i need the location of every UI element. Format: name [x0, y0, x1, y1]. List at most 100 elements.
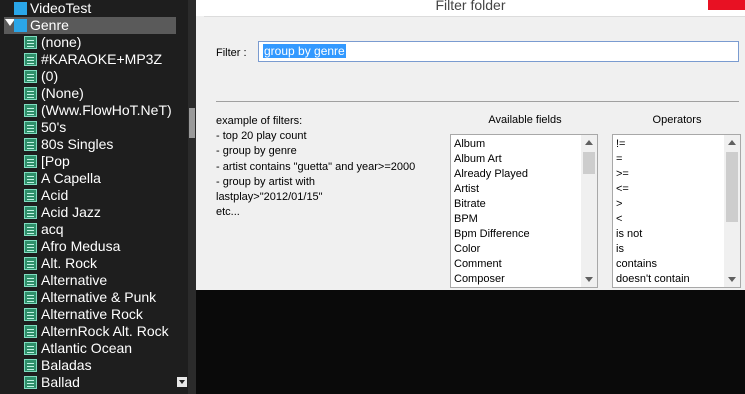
tree-item-label: acq	[41, 221, 64, 237]
example-line: - group by genre	[216, 145, 297, 158]
background-area	[196, 290, 745, 394]
folder-icon	[24, 240, 37, 253]
operator-list-item[interactable]: >	[613, 197, 724, 212]
field-list-item[interactable]: Album	[451, 137, 581, 152]
field-list-item[interactable]: Bitrate	[451, 197, 581, 212]
scroll-thumb[interactable]	[726, 152, 738, 222]
tree-item-label: AlternRock Alt. Rock	[41, 323, 169, 339]
tree-item-label: (0)	[41, 68, 59, 84]
available-fields-header: Available fields	[488, 114, 562, 126]
folder-icon	[24, 206, 37, 219]
dialog-titlebar[interactable]: Filter folder	[196, 0, 745, 16]
example-line: - top 20 play count	[216, 130, 307, 143]
genre-tree-panel: VideoTest Genre (none) #KARAOKE+MP3Z (0) (Non…	[0, 0, 188, 394]
tree-item-label: Alternative	[41, 272, 108, 288]
folder-icon	[24, 308, 37, 321]
tree-item-label: [Pop	[41, 153, 70, 169]
tree-item[interactable]: Genre	[4, 17, 180, 34]
operator-list-item[interactable]: =	[613, 152, 724, 167]
scroll-thumb[interactable]	[583, 152, 595, 174]
tree-item-label: Acid	[41, 187, 69, 203]
folder-icon	[24, 257, 37, 270]
tree-item-label: Ballad	[41, 374, 80, 390]
dialog-title: Filter folder	[435, 0, 506, 13]
tree-item-label: Acid Jazz	[41, 204, 101, 220]
folder-icon	[24, 291, 37, 304]
folder-icon	[24, 138, 37, 151]
field-list-item[interactable]: Album Art	[451, 152, 581, 167]
example-line: - group by artist with	[216, 175, 316, 188]
operator-list-item[interactable]: is	[613, 242, 724, 257]
operator-list-item[interactable]: <	[613, 212, 724, 227]
filter-icon	[14, 19, 27, 32]
folder-icon	[24, 223, 37, 236]
operators-scrollbar[interactable]	[724, 135, 740, 287]
splitter-grip[interactable]	[189, 108, 195, 138]
folder-icon	[24, 155, 37, 168]
tree-item-label: A Capella	[41, 170, 101, 186]
example-line: - artist contains "guetta" and year>=200…	[216, 160, 416, 173]
fields-scrollbar[interactable]	[581, 135, 597, 287]
folder-icon	[24, 53, 37, 66]
dialog-body: Filter : group by genre example of filte…	[204, 16, 745, 291]
operators-header: Operators	[652, 114, 702, 126]
tree-item-label: Baladas	[41, 357, 92, 373]
example-line: example of filters:	[216, 115, 303, 127]
panel-splitter[interactable]	[188, 0, 196, 394]
tree-item-label: #KARAOKE+MP3Z	[41, 51, 162, 67]
example-line: etc...	[216, 206, 240, 219]
folder-icon	[24, 87, 37, 100]
tree-item-label: Genre	[30, 17, 69, 33]
folder-icon	[24, 70, 37, 83]
operator-list-item[interactable]: is not	[613, 227, 724, 242]
field-list-item[interactable]: Color	[451, 242, 581, 257]
filter-input-value: group by genre	[263, 44, 346, 58]
folder-icon	[24, 36, 37, 49]
filter-label: Filter :	[216, 47, 247, 59]
field-list-item[interactable]: Composer	[451, 272, 581, 287]
tree-item-label: 50's	[41, 119, 67, 135]
field-list-item[interactable]: Comment	[451, 257, 581, 272]
folder-icon	[24, 376, 37, 389]
tree-item-label: Alternative & Punk	[41, 289, 157, 305]
operator-list-item[interactable]: doesn't contain	[613, 272, 724, 287]
folder-icon	[24, 325, 37, 338]
available-fields-list[interactable]: Album Album Art Already Played Artist Bitrat…	[450, 134, 598, 288]
tree-item-label: (None)	[41, 85, 84, 101]
tree-item-label: Atlantic Ocean	[41, 340, 133, 356]
scroll-up-arrow-icon[interactable]	[581, 135, 597, 151]
field-list-item[interactable]: BPM	[451, 212, 581, 227]
operator-list-item[interactable]: !=	[613, 137, 724, 152]
scroll-up-arrow-icon[interactable]	[724, 135, 740, 151]
scroll-down-arrow-icon[interactable]	[724, 271, 740, 287]
filter-icon	[14, 2, 27, 15]
folder-icon	[24, 274, 37, 287]
scroll-down-arrow-icon[interactable]	[581, 271, 597, 287]
folder-icon	[24, 359, 37, 372]
separator	[216, 101, 739, 102]
operators-list[interactable]: != = >= <= > < is not is contains doesn't contain	[612, 134, 741, 288]
filter-input[interactable]: group by genre	[258, 41, 739, 62]
tree-item-label: Alternative Rock	[41, 306, 143, 322]
tree-item-label: VideoTest	[30, 0, 92, 16]
folder-icon	[24, 104, 37, 117]
scroll-down-arrow-icon[interactable]	[177, 377, 187, 387]
tree-scrollbar[interactable]	[176, 0, 188, 394]
tree-item-label: Afro Medusa	[41, 238, 121, 254]
operator-list-item[interactable]: >=	[613, 167, 724, 182]
operator-list-item[interactable]: <=	[613, 182, 724, 197]
folder-icon	[24, 172, 37, 185]
folder-icon	[24, 342, 37, 355]
filter-folder-dialog: Filter folder Filter : group by genre ex…	[196, 0, 745, 291]
tree-item-label: (none)	[41, 34, 82, 50]
field-list-item[interactable]: Already Played	[451, 167, 581, 182]
field-list-item[interactable]: Artist	[451, 182, 581, 197]
tree-item-label: Alt. Rock	[41, 255, 98, 271]
close-button[interactable]	[708, 0, 745, 10]
tree-item-label: 80s Singles	[41, 136, 114, 152]
operator-list-item[interactable]: contains	[613, 257, 724, 272]
folder-icon	[24, 189, 37, 202]
tree-item-label: (Www.FlowHoT.NeT)	[41, 102, 172, 118]
folder-icon	[24, 121, 37, 134]
field-list-item[interactable]: Bpm Difference	[451, 227, 581, 242]
